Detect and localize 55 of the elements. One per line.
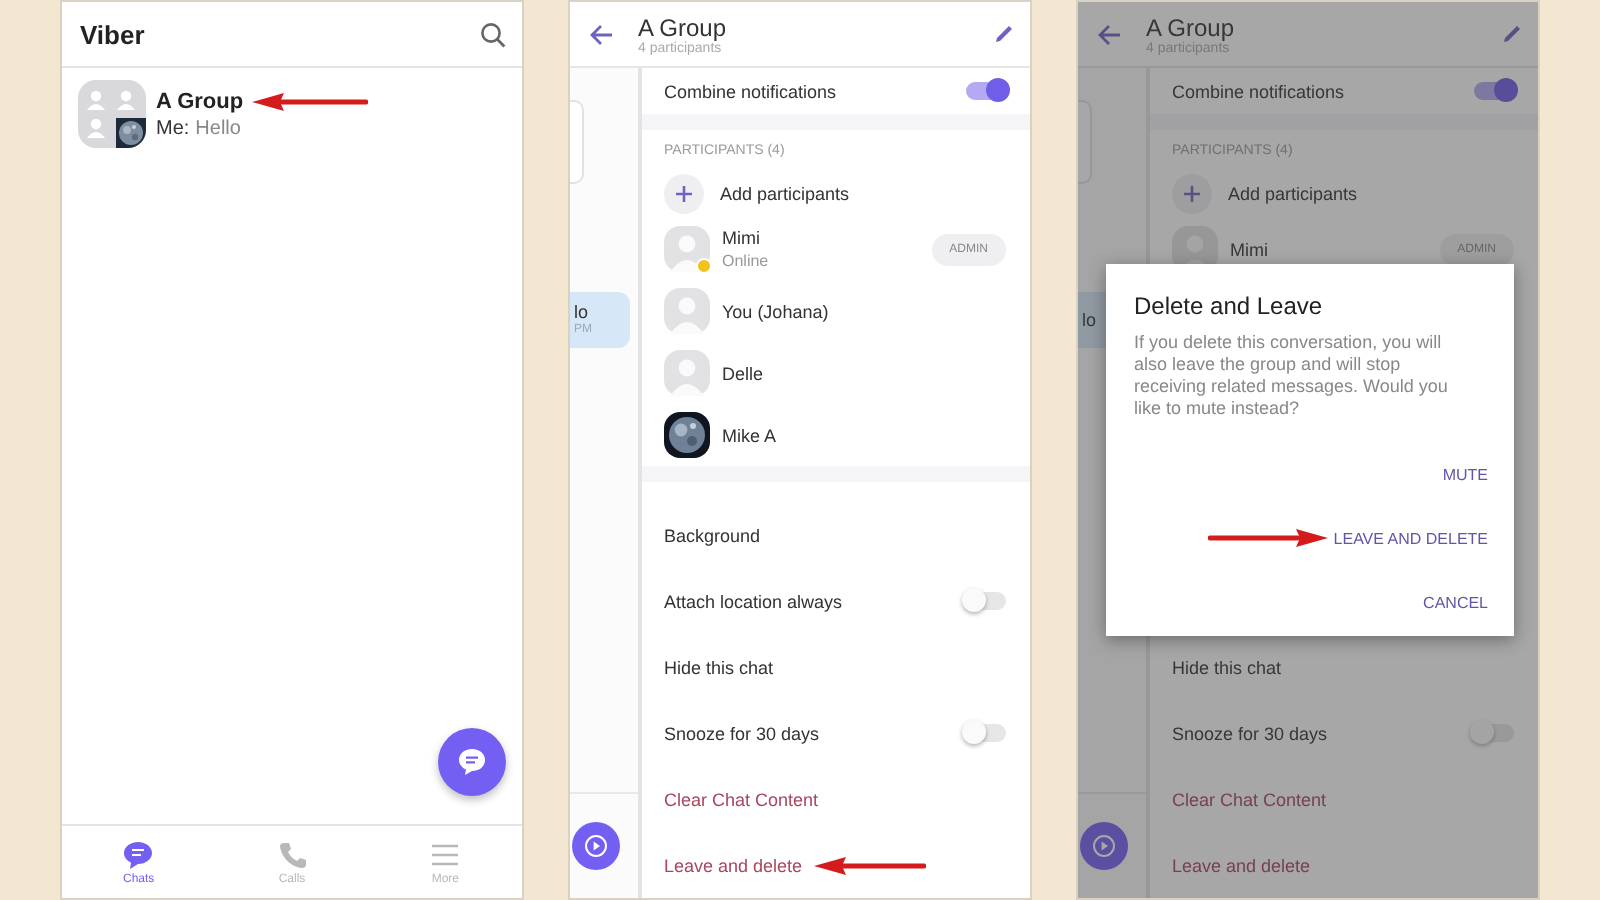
danger-option[interactable]: Leave and delete [1172, 855, 1311, 875]
chat-bubble-icon [122, 839, 155, 869]
menu-icon [430, 839, 461, 869]
pencil-icon[interactable] [1502, 24, 1522, 44]
back-arrow-icon[interactable] [590, 23, 614, 45]
participant-name: Mike A [722, 425, 779, 445]
chat-title: A Group [638, 13, 729, 41]
dialog-title: Delete and Leave [1134, 292, 1325, 320]
add-icon[interactable] [664, 174, 704, 214]
participant-name: Delle [722, 363, 766, 383]
danger-option[interactable]: Leave and delete [664, 855, 803, 875]
participant-name: Mimi [1230, 239, 1270, 259]
back-arrow-icon[interactable] [1098, 23, 1122, 45]
chat-title: A Group [1146, 13, 1237, 41]
chat-name: A Group [156, 89, 244, 113]
play-icon [1092, 834, 1116, 858]
phone-icon [277, 839, 307, 869]
toggle-switch[interactable] [966, 592, 1006, 610]
setting-label[interactable]: Snooze for 30 days [1172, 723, 1328, 743]
setting-label[interactable]: Snooze for 30 days [664, 723, 820, 743]
setting-label[interactable]: Background [664, 525, 761, 545]
setting-label[interactable]: Hide this chat [1172, 657, 1282, 677]
app-title: Viber [80, 19, 145, 49]
setting-label[interactable]: Hide this chat [664, 657, 774, 677]
add-participants-link[interactable]: Add participants [1228, 184, 1358, 204]
chat-row[interactable]: A Group Me: Hello [62, 68, 522, 156]
chat-bubble-icon [456, 746, 488, 778]
participant-name: Mimi [722, 228, 762, 248]
play-icon [584, 834, 608, 858]
message-sender: Me: [156, 117, 190, 139]
message-preview: Hello [195, 117, 241, 139]
setting-label: Combine notifications [664, 81, 837, 101]
danger-option[interactable]: Clear Chat Content [1172, 789, 1327, 809]
danger-option[interactable]: Clear Chat Content [664, 789, 819, 809]
compose-button[interactable] [438, 728, 506, 796]
toggle-switch[interactable] [966, 82, 1006, 100]
add-participants-link[interactable]: Add participants [720, 184, 850, 204]
voice-button[interactable] [572, 822, 620, 870]
dialog-button[interactable]: CANCEL [1423, 593, 1488, 611]
search-icon[interactable] [480, 21, 506, 47]
pencil-icon[interactable] [994, 24, 1014, 44]
dialog-button[interactable]: MUTE [1442, 465, 1488, 483]
setting-label: Combine notifications [1172, 81, 1345, 101]
participant-status: Online [722, 252, 771, 270]
dialog-button[interactable]: LEAVE AND DELETE [1333, 529, 1488, 547]
message-text: lo [574, 302, 591, 322]
dialog-message: If you delete this conversation, you will also leave the group and will stop receiving related messages. Would you like to mute instead? [1134, 332, 1450, 420]
voice-button[interactable] [1080, 822, 1128, 870]
toggle-switch[interactable] [966, 724, 1006, 742]
message-text: lo [1082, 310, 1099, 330]
participant-name: You (Johana) [722, 301, 831, 321]
setting-label[interactable]: Attach location always [664, 591, 843, 611]
toggle-switch[interactable] [1474, 82, 1514, 100]
add-icon[interactable] [1172, 174, 1212, 214]
toggle-switch[interactable] [1474, 724, 1514, 742]
